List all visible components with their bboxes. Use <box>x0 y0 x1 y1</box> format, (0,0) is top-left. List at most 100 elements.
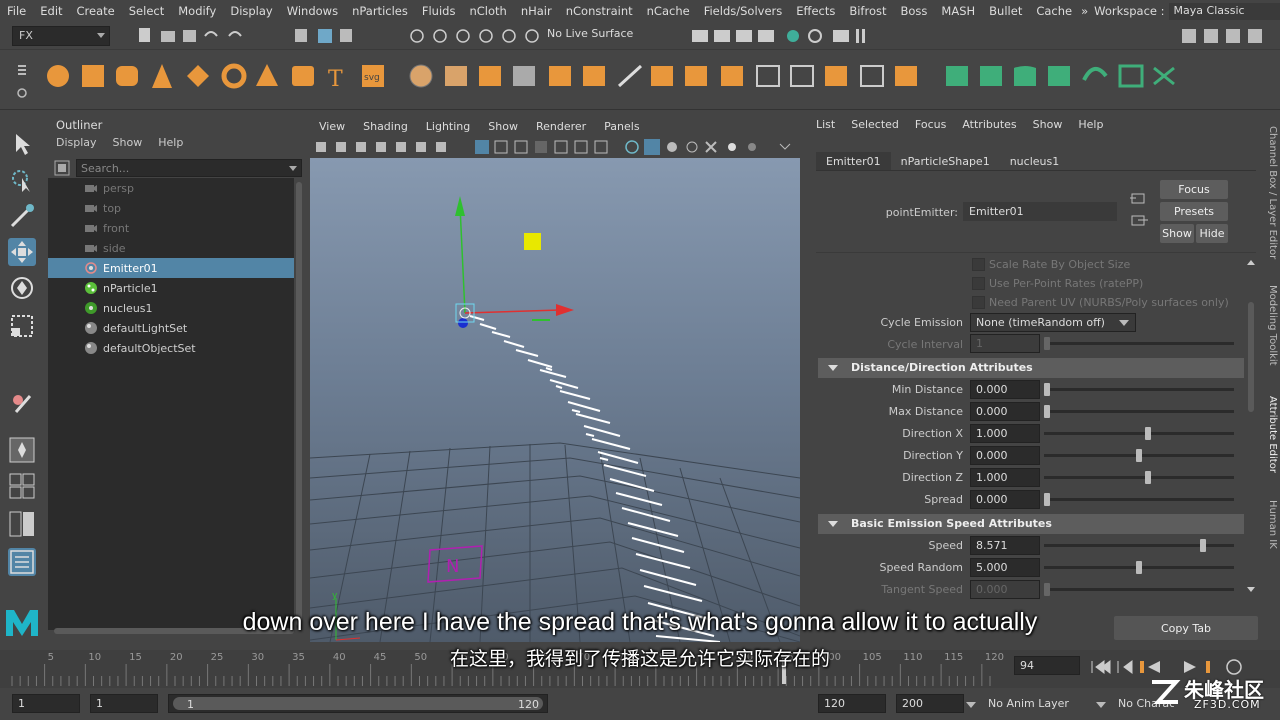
ae-menu-help[interactable]: Help <box>1070 118 1111 131</box>
menu-ncloth[interactable]: nCloth <box>462 4 513 18</box>
menu-nhair[interactable]: nHair <box>514 4 559 18</box>
side-tab-attribute-editor[interactable]: Attribute Editor <box>1262 396 1278 473</box>
viewport-menu-lighting[interactable]: Lighting <box>417 120 479 133</box>
cycle-emission-dropdown[interactable]: None (timeRandom off) <box>970 313 1136 332</box>
ae-menu-list[interactable]: List <box>808 118 843 131</box>
cycle-interval-field[interactable]: 1 <box>970 334 1040 353</box>
viewport-menu-show[interactable]: Show <box>479 120 527 133</box>
attr-slider-knob[interactable] <box>1044 405 1050 418</box>
basic-emission-speed-section-header[interactable]: Basic Emission Speed Attributes <box>818 514 1244 534</box>
need-parent-uv-checkbox[interactable] <box>972 296 985 309</box>
attr-slider-knob[interactable] <box>1200 539 1207 552</box>
outliner-item-nparticle1[interactable]: nParticle1 <box>48 278 294 298</box>
ae-menu-selected[interactable]: Selected <box>843 118 907 131</box>
side-tab-modeling-toolkit[interactable]: Modeling Toolkit <box>1262 285 1278 366</box>
outliner-vertical-scrollbar[interactable] <box>296 182 302 626</box>
outliner-item-persp[interactable]: persp <box>48 178 294 198</box>
ae-menu-show[interactable]: Show <box>1025 118 1071 131</box>
cycle-interval-slider[interactable] <box>1044 342 1234 345</box>
attr-slider-knob[interactable] <box>1136 561 1142 574</box>
attr-slider[interactable] <box>1044 588 1234 591</box>
outliner-item-emitter01[interactable]: Emitter01 <box>48 258 294 278</box>
y-axis-handle[interactable] <box>459 205 466 314</box>
goto-output-icon[interactable] <box>1130 214 1148 228</box>
attr-slider-knob[interactable] <box>1044 383 1050 396</box>
y-axis-arrow-icon[interactable] <box>455 196 465 216</box>
nparticle-tools-shelf[interactable] <box>940 60 1190 92</box>
outliner-menu-show[interactable]: Show <box>105 136 151 149</box>
outliner-search-input[interactable]: Search... <box>76 159 302 177</box>
tab-nucleus1[interactable]: nucleus1 <box>1000 152 1070 171</box>
ae-menu-attributes[interactable]: Attributes <box>954 118 1024 131</box>
x-axis-arrow-icon[interactable] <box>556 304 574 316</box>
viewport-scene[interactable]: N y <box>310 158 800 642</box>
menu-cache[interactable]: Cache <box>1029 4 1079 18</box>
layout-icons[interactable] <box>1180 26 1275 46</box>
outliner-item-top[interactable]: top <box>48 198 294 218</box>
attr-slider-knob[interactable] <box>1136 449 1142 462</box>
attr-value-field[interactable]: 0.000 <box>970 380 1040 399</box>
start-time-field[interactable]: 1 <box>12 694 80 713</box>
cycle-interval-slider-knob[interactable] <box>1044 337 1050 350</box>
four-pane-layout-icon[interactable] <box>8 472 36 500</box>
viewport-menu-shading[interactable]: Shading <box>354 120 417 133</box>
attr-slider[interactable] <box>1044 388 1234 391</box>
tab-emitter01[interactable]: Emitter01 <box>816 152 891 171</box>
tab-nparticleshape1[interactable]: nParticleShape1 <box>891 152 1000 171</box>
menu-bifrost[interactable]: Bifrost <box>842 4 893 18</box>
ae-menu-focus[interactable]: Focus <box>907 118 954 131</box>
menuset-dropdown[interactable]: FX <box>12 26 110 46</box>
rotate-tool-icon[interactable] <box>8 274 36 302</box>
focus-arrow-icon[interactable] <box>1130 192 1148 206</box>
attr-value-field[interactable]: 1.000 <box>970 468 1040 487</box>
viewport-menu-view[interactable]: View <box>310 120 354 133</box>
move-tool-button[interactable] <box>8 238 36 266</box>
menu-fields-solvers[interactable]: Fields/Solvers <box>697 4 790 18</box>
outliner-item-side[interactable]: side <box>48 238 294 258</box>
end-time-field[interactable]: 200 <box>896 694 964 713</box>
show-button[interactable]: Show <box>1160 224 1194 243</box>
viewport-menu-renderer[interactable]: Renderer <box>527 120 595 133</box>
outliner-item-front[interactable]: front <box>48 218 294 238</box>
viewport-toolbar[interactable] <box>310 136 800 158</box>
side-tab-human-ik[interactable]: Human IK <box>1262 500 1278 549</box>
attr-value-field[interactable]: 0.000 <box>970 580 1040 599</box>
menu-effects[interactable]: Effects <box>789 4 842 18</box>
attr-slider-knob[interactable] <box>1145 471 1152 484</box>
menu-bullet[interactable]: Bullet <box>982 4 1029 18</box>
scroll-down-icon[interactable] <box>1246 586 1256 594</box>
menu-fluids[interactable]: Fluids <box>415 4 463 18</box>
attr-value-field[interactable]: 8.571 <box>970 536 1040 555</box>
polygon-primitives-shelf[interactable]: T svg <box>42 60 402 92</box>
shelf-handle[interactable] <box>8 55 36 103</box>
scale-tool-icon[interactable] <box>8 312 36 340</box>
workspace-dropdown[interactable]: Maya Classic <box>1168 2 1280 20</box>
menu-ncache[interactable]: nCache <box>640 4 697 18</box>
viewport-menu-panels[interactable]: Panels <box>595 120 648 133</box>
attr-value-field[interactable]: 5.000 <box>970 558 1040 577</box>
single-pane-layout-icon[interactable] <box>8 436 36 464</box>
lasso-tool-icon[interactable] <box>8 166 36 194</box>
menu-nparticles[interactable]: nParticles <box>345 4 415 18</box>
two-pane-layout-icon[interactable] <box>8 510 36 538</box>
attr-slider-knob[interactable] <box>1044 493 1050 506</box>
chevron-down-icon[interactable] <box>289 166 297 171</box>
focus-button[interactable]: Focus <box>1160 180 1228 199</box>
anim-layer-dropdown[interactable]: No Anim Layer <box>984 694 1102 713</box>
node-name-field[interactable]: Emitter01 <box>963 202 1117 221</box>
outliner-filter-icon[interactable] <box>54 160 70 176</box>
per-point-rates-checkbox[interactable] <box>972 277 985 290</box>
scale-rate-checkbox[interactable] <box>972 258 985 271</box>
outliner-item-defaultobjectset[interactable]: defaultObjectSet <box>48 338 294 358</box>
presets-button[interactable]: Presets <box>1160 202 1228 221</box>
ae-scrollbar-thumb[interactable] <box>1248 302 1254 412</box>
menu-display[interactable]: Display <box>223 4 279 18</box>
range-slider-handle[interactable] <box>173 697 543 710</box>
attr-slider[interactable] <box>1044 476 1234 479</box>
menu-more[interactable]: » <box>1079 4 1090 18</box>
modeling-tools-shelf[interactable] <box>405 60 935 92</box>
attr-slider[interactable] <box>1044 410 1234 413</box>
manipulator-center-handle[interactable] <box>524 233 541 250</box>
menu-file[interactable]: File <box>0 4 33 18</box>
attr-value-field[interactable]: 0.000 <box>970 446 1040 465</box>
